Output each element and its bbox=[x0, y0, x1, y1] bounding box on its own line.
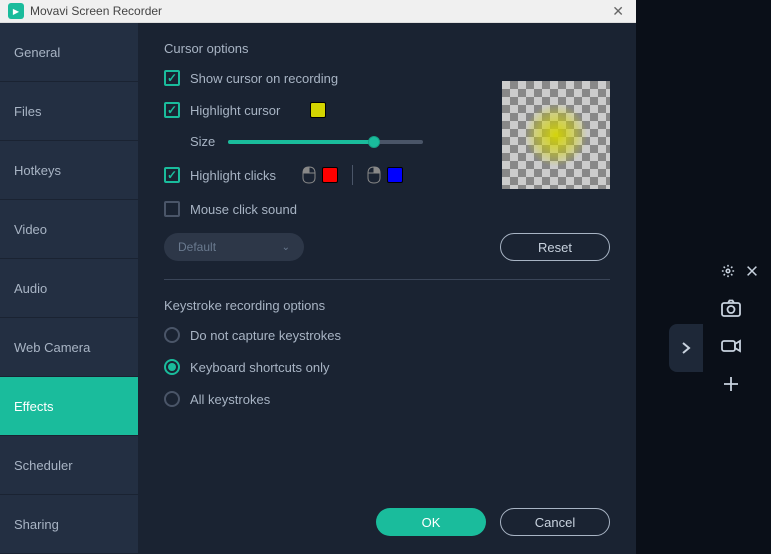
click-sound-label: Mouse click sound bbox=[190, 202, 297, 217]
app-icon bbox=[8, 3, 24, 19]
divider bbox=[352, 165, 353, 185]
divider-line bbox=[164, 279, 610, 280]
radio-no-capture-label: Do not capture keystrokes bbox=[190, 328, 341, 343]
close-panel-icon[interactable] bbox=[745, 264, 759, 278]
sidebar-item-label: Scheduler bbox=[14, 458, 73, 473]
ok-label: OK bbox=[422, 515, 441, 530]
highlight-cursor-label: Highlight cursor bbox=[190, 103, 280, 118]
sidebar-item-label: Video bbox=[14, 222, 47, 237]
content-panel: Cursor options Show cursor on recording … bbox=[138, 23, 636, 554]
highlight-clicks-label: Highlight clicks bbox=[190, 168, 276, 183]
ok-button[interactable]: OK bbox=[376, 508, 486, 536]
mouse-left-icon bbox=[302, 166, 316, 184]
close-icon[interactable]: ✕ bbox=[608, 3, 628, 20]
radio-shortcuts[interactable] bbox=[164, 359, 180, 375]
window-title: Movavi Screen Recorder bbox=[30, 4, 608, 18]
slider-thumb[interactable] bbox=[368, 136, 380, 148]
radio-all[interactable] bbox=[164, 391, 180, 407]
cancel-label: Cancel bbox=[535, 515, 575, 530]
radio-all-label: All keystrokes bbox=[190, 392, 270, 407]
sidebar-item-label: Audio bbox=[14, 281, 47, 296]
size-slider[interactable] bbox=[228, 140, 423, 144]
sidebar-item-label: Web Camera bbox=[14, 340, 90, 355]
sidebar-item-video[interactable]: Video bbox=[0, 200, 138, 259]
highlight-cursor-checkbox[interactable] bbox=[164, 102, 180, 118]
sidebar-item-label: Sharing bbox=[14, 517, 59, 532]
gear-icon[interactable] bbox=[721, 264, 735, 278]
sidebar-item-label: General bbox=[14, 45, 60, 60]
sound-select[interactable]: Default ⌄ bbox=[164, 233, 304, 261]
show-cursor-label: Show cursor on recording bbox=[190, 71, 338, 86]
sidebar-item-scheduler[interactable]: Scheduler bbox=[0, 436, 138, 495]
click-sound-checkbox[interactable] bbox=[164, 201, 180, 217]
cursor-preview bbox=[502, 81, 610, 189]
chevron-right-icon bbox=[678, 340, 694, 356]
sidebar-item-files[interactable]: Files bbox=[0, 82, 138, 141]
cancel-button[interactable]: Cancel bbox=[500, 508, 610, 536]
chevron-down-icon: ⌄ bbox=[282, 242, 290, 253]
reset-button[interactable]: Reset bbox=[500, 233, 610, 261]
mouse-right-icon bbox=[367, 166, 381, 184]
size-label: Size bbox=[190, 134, 218, 149]
show-cursor-checkbox[interactable] bbox=[164, 70, 180, 86]
sidebar-item-general[interactable]: General bbox=[0, 23, 138, 82]
sidebar-item-audio[interactable]: Audio bbox=[0, 259, 138, 318]
camera-icon[interactable] bbox=[719, 296, 743, 320]
sidebar-item-label: Files bbox=[14, 104, 41, 119]
right-click-color[interactable] bbox=[387, 167, 403, 183]
sidebar-item-hotkeys[interactable]: Hotkeys bbox=[0, 141, 138, 200]
select-value: Default bbox=[178, 240, 216, 254]
radio-no-capture[interactable] bbox=[164, 327, 180, 343]
sidebar-item-label: Effects bbox=[14, 399, 54, 414]
highlight-color-swatch[interactable] bbox=[310, 102, 326, 118]
cursor-glow bbox=[524, 103, 588, 167]
sidebar-item-webcamera[interactable]: Web Camera bbox=[0, 318, 138, 377]
sidebar: General Files Hotkeys Video Audio Web Ca… bbox=[0, 23, 138, 554]
plus-icon[interactable] bbox=[719, 372, 743, 396]
sidebar-item-label: Hotkeys bbox=[14, 163, 61, 178]
left-click-color[interactable] bbox=[322, 167, 338, 183]
keystroke-section-title: Keystroke recording options bbox=[164, 298, 610, 313]
expand-tab[interactable] bbox=[669, 324, 703, 372]
cursor-section-title: Cursor options bbox=[164, 41, 610, 56]
titlebar: Movavi Screen Recorder ✕ bbox=[0, 0, 636, 23]
sidebar-item-effects[interactable]: Effects bbox=[0, 377, 138, 436]
radio-shortcuts-label: Keyboard shortcuts only bbox=[190, 360, 329, 375]
highlight-clicks-checkbox[interactable] bbox=[164, 167, 180, 183]
right-panel bbox=[636, 0, 771, 554]
video-record-icon[interactable] bbox=[719, 334, 743, 358]
reset-label: Reset bbox=[538, 240, 572, 255]
sidebar-item-sharing[interactable]: Sharing bbox=[0, 495, 138, 554]
